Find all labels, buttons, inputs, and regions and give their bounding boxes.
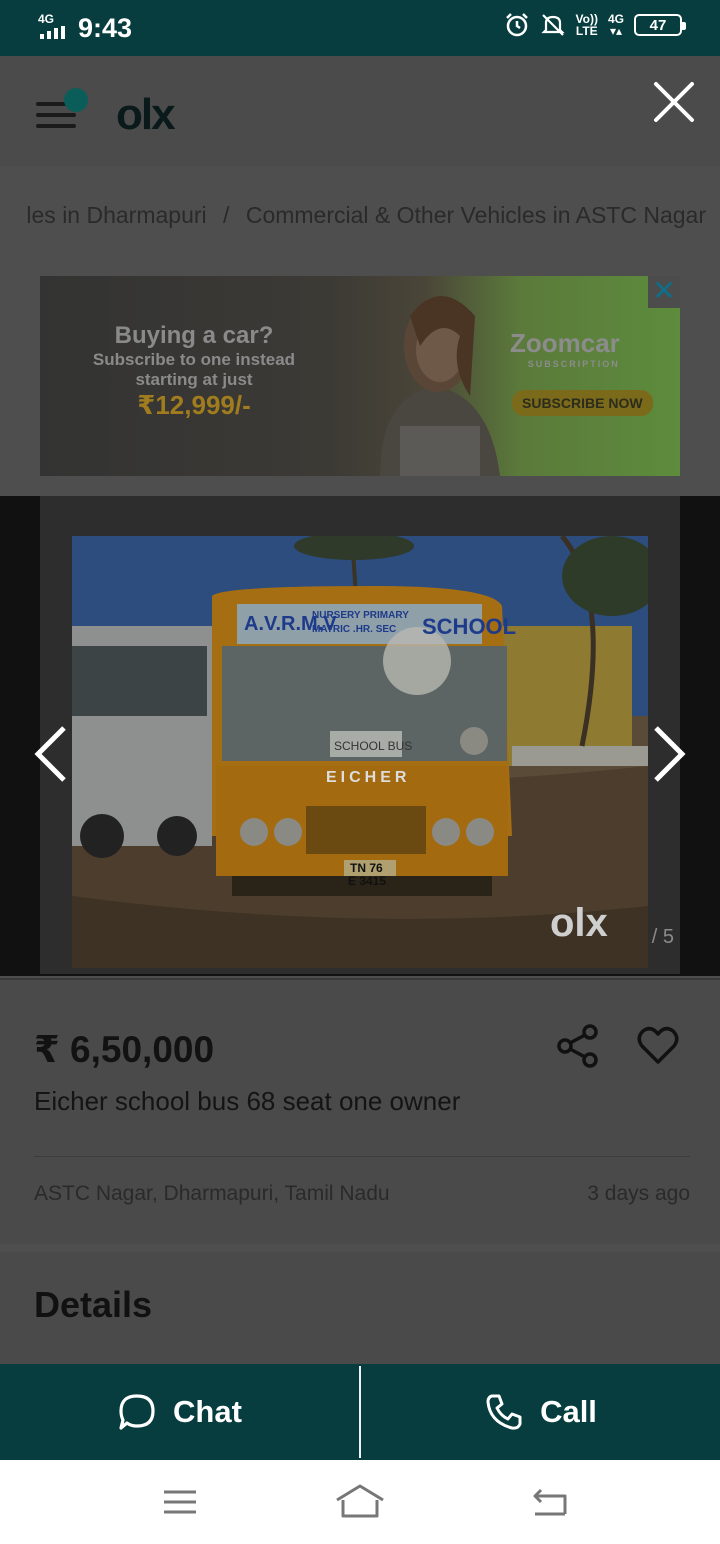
bus-header-mid1: NURSERY PRIMARY <box>312 610 409 621</box>
ad-line: starting at just <box>135 370 253 389</box>
image-gallery[interactable]: A.V.R.M.V NURSERY PRIMARY MATRIC .HR. SE… <box>0 496 720 976</box>
share-icon[interactable] <box>556 1024 600 1068</box>
signal-icon <box>40 26 65 39</box>
battery-icon: 47 <box>634 14 686 36</box>
details-section: Details <box>0 1252 720 1372</box>
system-nav-bar <box>0 1460 720 1544</box>
chevron-left-icon[interactable] <box>32 724 68 784</box>
contact-action-bar: Chat Call <box>0 1364 720 1460</box>
recent-apps-icon[interactable] <box>155 1482 205 1522</box>
listing-location: ASTC Nagar, Dharmapuri, Tamil Nadu <box>34 1182 390 1205</box>
image-counter: / 5 <box>651 926 674 948</box>
listing-posted-date: 3 days ago <box>587 1182 690 1205</box>
home-icon[interactable] <box>335 1482 385 1522</box>
listing-title: Eicher school bus 68 seat one owner <box>34 1086 461 1116</box>
chat-button[interactable]: Chat <box>0 1364 359 1460</box>
details-heading: Details <box>34 1284 153 1325</box>
plate-line2: E 3415 <box>348 874 386 888</box>
listing-photo[interactable]: A.V.R.M.V NURSERY PRIMARY MATRIC .HR. SE… <box>72 536 648 968</box>
ad-close-icon[interactable]: ✕ <box>648 276 680 308</box>
chat-label: Chat <box>173 1394 242 1429</box>
breadcrumb-item[interactable]: Commercial & Other Vehicles in ASTC Naga… <box>246 202 706 228</box>
breadcrumb: les in Dharmapuri / Commercial & Other V… <box>0 200 720 234</box>
data-indicator: 4G ▾▴ <box>607 12 624 38</box>
olx-watermark: olx <box>550 901 608 945</box>
ad-banner[interactable]: Buying a car? Subscribe to one instead s… <box>40 276 680 476</box>
heart-icon[interactable] <box>636 1024 680 1068</box>
olx-logo[interactable]: olx <box>116 90 176 140</box>
hamburger-icon[interactable] <box>36 88 88 128</box>
listing-info: ₹ 6,50,000 Eicher school bus 68 seat one… <box>0 978 720 1244</box>
volte-indicator: Vo)) LTE <box>575 12 598 38</box>
ad-model-image <box>380 296 500 476</box>
call-label: Call <box>540 1394 597 1429</box>
notification-dot <box>64 88 88 112</box>
listing-page: olx les in Dharmapuri / Commercial & Oth… <box>0 56 720 1372</box>
ad-line: Subscribe to one instead <box>92 350 296 369</box>
chat-bubble-icon <box>119 1394 155 1430</box>
chevron-right-icon[interactable] <box>652 724 688 784</box>
ad-brand: Zoomcar SUBSCRIPTION <box>510 328 620 369</box>
call-button[interactable]: Call <box>361 1364 720 1460</box>
bus-header-right: SCHOOL <box>422 614 516 639</box>
app-header: olx <box>0 56 720 166</box>
back-icon[interactable] <box>525 1482 575 1522</box>
bell-off-icon <box>540 14 565 36</box>
ad-cta-button[interactable]: SUBSCRIBE NOW <box>512 390 653 416</box>
close-icon[interactable] <box>652 80 696 124</box>
ad-price: ₹12,999/- <box>137 390 251 420</box>
ad-headline: Buying a car? <box>114 322 274 349</box>
plate-line1: TN 76 <box>350 861 383 875</box>
bus-brand: EICHER <box>326 769 410 786</box>
listing-price: ₹ 6,50,000 <box>34 1029 215 1070</box>
breadcrumb-item[interactable]: les in Dharmapuri <box>26 202 206 228</box>
bus-header-mid2: MATRIC .HR. SEC <box>312 624 396 635</box>
phone-icon <box>486 1394 522 1430</box>
clock: 9:43 <box>78 13 133 43</box>
status-bar: 4G 9:43 Vo)) LTE 4G ▾▴ 47 <box>0 0 720 56</box>
breadcrumb-separator: / <box>223 202 230 228</box>
network-type: 4G <box>38 12 55 26</box>
divider <box>34 1156 690 1157</box>
bus-sign: SCHOOL BUS <box>334 739 412 753</box>
alarm-icon <box>505 13 528 37</box>
